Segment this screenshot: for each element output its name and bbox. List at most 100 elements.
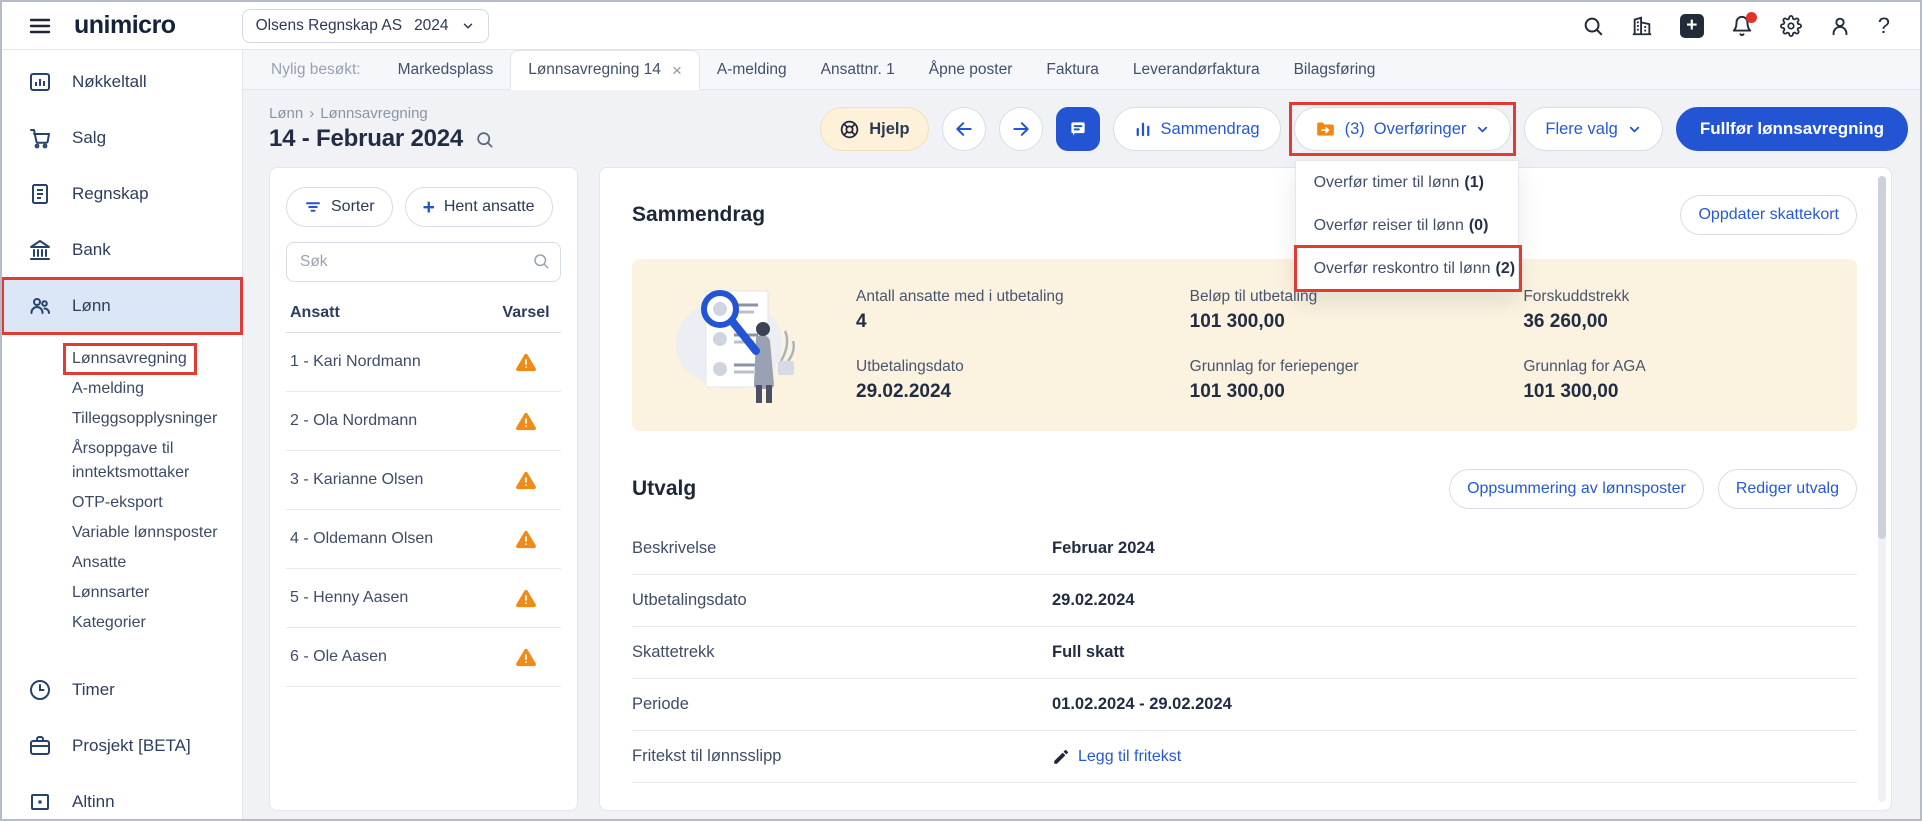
hamburger-menu-icon[interactable] xyxy=(28,14,52,38)
detail-label: Periode xyxy=(632,695,1052,714)
submenu-item-lonnsavregning[interactable]: Lønnsavregning xyxy=(72,344,228,374)
pencil-icon xyxy=(1052,748,1070,766)
menu-item-overfor-timer[interactable]: Overfør timer til lønn(1) xyxy=(1296,161,1518,204)
legg-til-fritekst-link[interactable]: Legg til fritekst xyxy=(1052,748,1181,766)
tab-amelding[interactable]: A-melding xyxy=(700,50,804,89)
oppdater-skattekort-label: Oppdater skattekort xyxy=(1698,206,1839,224)
title-search-icon[interactable] xyxy=(475,130,494,149)
notifications-bell-icon[interactable] xyxy=(1731,15,1753,37)
submenu-item-tilleggsopplysninger[interactable]: Tilleggsopplysninger xyxy=(72,404,228,434)
detail-row-skattetrekk: Skattetrekk Full skatt xyxy=(632,627,1857,679)
sidebar-item-label: Timer xyxy=(72,680,115,700)
page-title: 14 - Februar 2024 xyxy=(269,125,463,153)
sidebar-item-bank[interactable]: Bank xyxy=(2,222,242,278)
sidebar-item-lonn[interactable]: Lønn xyxy=(2,278,242,334)
submenu-item-lonnsarter[interactable]: Lønnsarter xyxy=(72,578,228,608)
sidebar: Nøkkeltall Salg Regnskap Bank Lønn Lønns… xyxy=(2,50,243,819)
sidebar-item-altinn[interactable]: Altinn xyxy=(2,774,242,821)
back-button[interactable] xyxy=(942,107,986,151)
warning-triangle-icon[interactable] xyxy=(495,528,557,550)
warning-triangle-icon[interactable] xyxy=(495,469,557,491)
employee-row[interactable]: 3 - Karianne Olsen xyxy=(286,451,561,510)
user-profile-icon[interactable] xyxy=(1829,15,1851,37)
flere-valg-button[interactable]: Flere valg xyxy=(1524,107,1662,151)
hent-ansatte-button[interactable]: + Hent ansatte xyxy=(405,187,553,227)
tab-bilagsforing[interactable]: Bilagsføring xyxy=(1277,50,1393,89)
detail-label: Fritekst til lønnsslipp xyxy=(632,747,1052,766)
tab-close-icon[interactable]: × xyxy=(672,62,682,79)
menu-item-overfor-reskontro[interactable]: Overfør reskontro til lønn(2) xyxy=(1296,247,1518,290)
breadcrumb-parent[interactable]: Lønn xyxy=(269,105,303,122)
sorter-button[interactable]: Sorter xyxy=(286,187,393,227)
altinn-icon xyxy=(28,790,52,814)
help-button[interactable]: Hjelp xyxy=(820,107,928,151)
warning-triangle-icon[interactable] xyxy=(495,646,557,668)
fullfor-lonnsavregning-button[interactable]: Fullfør lønnsavregning xyxy=(1676,107,1908,151)
chart-icon xyxy=(28,70,52,94)
sidebar-item-regnskap[interactable]: Regnskap xyxy=(2,166,242,222)
overforinger-button[interactable]: (3) Overføringer xyxy=(1294,107,1512,151)
sidebar-item-salg[interactable]: Salg xyxy=(2,110,242,166)
warning-triangle-icon[interactable] xyxy=(495,351,557,373)
tab-label: A-melding xyxy=(717,61,787,79)
sammendrag-button[interactable]: Sammendrag xyxy=(1113,107,1281,151)
employee-row[interactable]: 2 - Ola Nordmann xyxy=(286,392,561,451)
employee-search-input[interactable] xyxy=(286,242,561,282)
company-name: Olsens Regnskap AS xyxy=(256,17,402,35)
forward-button[interactable] xyxy=(999,107,1043,151)
tab-faktura[interactable]: Faktura xyxy=(1029,50,1116,89)
submenu-item-arsoppgave[interactable]: Årsoppgave til inntektsmottaker xyxy=(72,434,228,488)
rediger-utvalg-button[interactable]: Rediger utvalg xyxy=(1718,469,1857,509)
employee-row[interactable]: 5 - Henny Aasen xyxy=(286,569,561,628)
warning-triangle-icon[interactable] xyxy=(495,410,557,432)
company-building-icon[interactable] xyxy=(1631,15,1653,37)
scrollbar-thumb[interactable] xyxy=(1878,176,1886,539)
breadcrumb-current[interactable]: Lønnsavregning xyxy=(320,105,428,122)
detail-row-utbetalingsdato: Utbetalingsdato 29.02.2024 xyxy=(632,575,1857,627)
submenu-label: Årsoppgave til inntektsmottaker xyxy=(72,440,189,481)
add-new-icon[interactable]: + xyxy=(1680,14,1704,38)
warning-triangle-icon[interactable] xyxy=(495,587,557,609)
help-question-icon[interactable]: ? xyxy=(1878,13,1890,39)
submenu-item-otp-eksport[interactable]: OTP-eksport xyxy=(72,488,228,518)
tab-apne-poster[interactable]: Åpne poster xyxy=(912,50,1030,89)
submenu-label: Tilleggsopplysninger xyxy=(72,410,217,427)
company-selector[interactable]: Olsens Regnskap AS 2024 xyxy=(242,9,489,43)
folder-transfer-icon xyxy=(1315,119,1336,140)
rediger-utvalg-label: Rediger utvalg xyxy=(1736,480,1839,498)
submenu-item-kategorier[interactable]: Kategorier xyxy=(72,608,228,638)
submenu-item-ansatte[interactable]: Ansatte xyxy=(72,548,228,578)
menu-item-overfor-reiser[interactable]: Overfør reiser til lønn(0) xyxy=(1296,204,1518,247)
employee-row[interactable]: 1 - Kari Nordmann xyxy=(286,333,561,392)
oppsummering-lonnsposter-button[interactable]: Oppsummering av lønnsposter xyxy=(1449,469,1704,509)
tab-leverandorfaktura[interactable]: Leverandørfaktura xyxy=(1116,50,1277,89)
submenu-item-amelding[interactable]: A-melding xyxy=(72,374,228,404)
breadcrumb-separator: › xyxy=(309,105,314,122)
sidebar-item-prosjekt[interactable]: Prosjekt [BETA] xyxy=(2,718,242,774)
employee-row[interactable]: 4 - Oldemann Olsen xyxy=(286,510,561,569)
ledger-document-icon xyxy=(28,182,52,206)
tab-lonnsavregning-14[interactable]: Lønnsavregning 14 × xyxy=(510,50,700,90)
chevron-down-icon xyxy=(1475,122,1490,137)
app-logo: unimicro xyxy=(74,11,176,40)
oppdater-skattekort-button[interactable]: Oppdater skattekort xyxy=(1680,195,1857,235)
employee-name: 3 - Karianne Olsen xyxy=(290,471,423,489)
submenu-item-variable-lonnsposter[interactable]: Variable lønnsposter xyxy=(72,518,228,548)
search-icon[interactable] xyxy=(1582,15,1604,37)
app-window: unimicro Olsens Regnskap AS 2024 + xyxy=(0,0,1922,821)
sidebar-item-timer[interactable]: Timer xyxy=(2,662,242,718)
utvalg-heading: Utvalg xyxy=(632,477,696,501)
column-header-ansatt[interactable]: Ansatt xyxy=(290,304,340,322)
bank-icon xyxy=(28,238,52,262)
feedback-chat-button[interactable] xyxy=(1056,107,1100,151)
vertical-scrollbar[interactable] xyxy=(1878,176,1886,802)
cart-icon xyxy=(28,126,52,150)
employee-row[interactable]: 6 - Ole Aasen xyxy=(286,628,561,687)
tab-markedsplass[interactable]: Markedsplass xyxy=(381,50,511,89)
settings-gear-icon[interactable] xyxy=(1780,15,1802,37)
sorter-label: Sorter xyxy=(331,198,375,216)
tab-ansattnr-1[interactable]: Ansattnr. 1 xyxy=(804,50,912,89)
column-header-varsel[interactable]: Varsel xyxy=(495,304,557,322)
sidebar-item-nokkeltall[interactable]: Nøkkeltall xyxy=(2,54,242,110)
detail-value: Februar 2024 xyxy=(1052,539,1155,558)
